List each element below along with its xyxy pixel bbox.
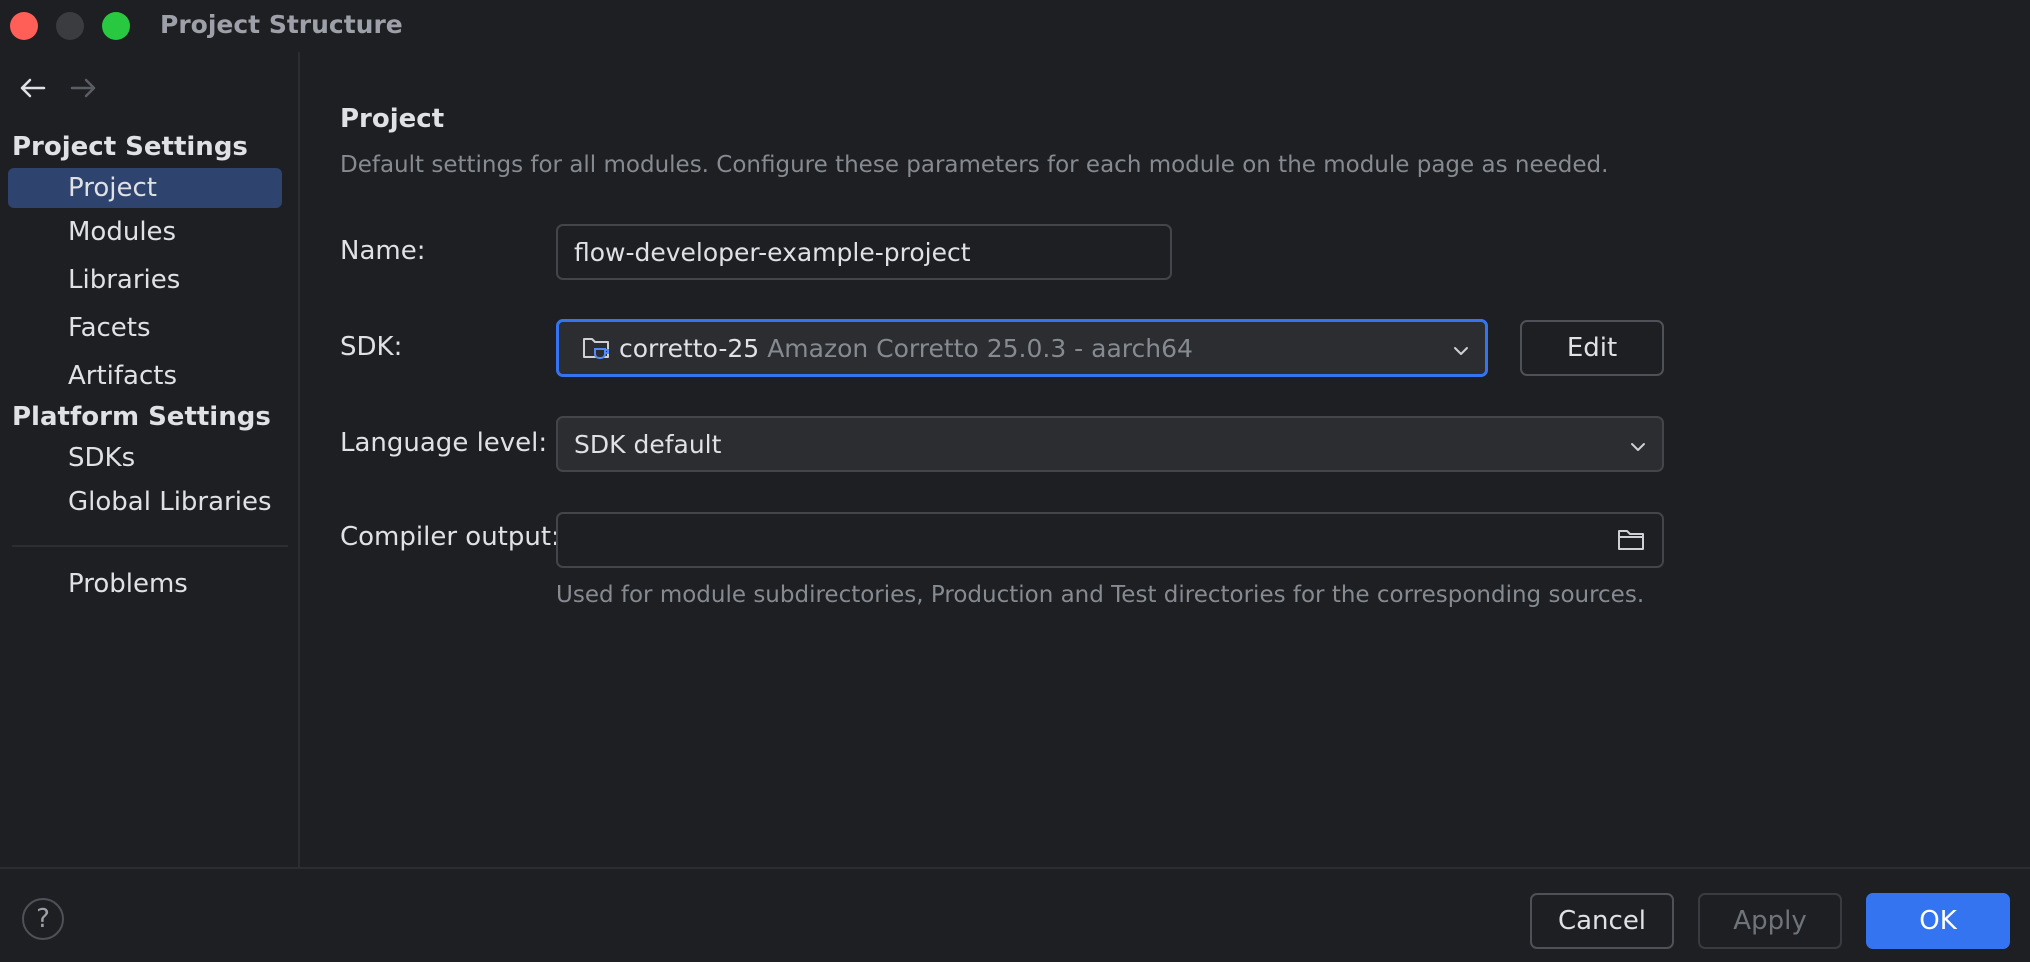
sidebar-divider [12, 545, 288, 547]
help-icon[interactable]: ? [22, 898, 64, 940]
sidebar-item-global-libraries[interactable]: Global Libraries [8, 482, 282, 522]
sdk-combobox[interactable]: corretto-25 Amazon Corretto 25.0.3 - aar… [556, 319, 1488, 377]
project-settings-header: Project Settings [12, 132, 248, 162]
sidebar-item-label: Artifacts [68, 361, 178, 391]
jdk-folder-icon [581, 333, 613, 363]
footer-divider [0, 867, 2030, 869]
platform-settings-header: Platform Settings [12, 402, 271, 432]
sidebar-item-artifacts[interactable]: Artifacts [8, 356, 282, 396]
chevron-down-icon [1451, 338, 1471, 358]
sidebar-item-label: Project [68, 173, 157, 203]
project-structure-window: Project Structure Project Settings Proje… [0, 0, 2030, 962]
sidebar-item-label: SDKs [68, 443, 136, 473]
back-arrow-icon[interactable] [14, 70, 50, 106]
sidebar-item-libraries[interactable]: Libraries [8, 260, 282, 300]
folder-icon[interactable] [1616, 526, 1646, 554]
sidebar-item-facets[interactable]: Facets [8, 308, 282, 348]
compiler-output-hint: Used for module subdirectories, Producti… [556, 582, 1645, 608]
sidebar-item-sdks[interactable]: SDKs [8, 438, 282, 478]
sdk-detail: Amazon Corretto 25.0.3 - aarch64 [767, 333, 1193, 363]
sidebar-item-modules[interactable]: Modules [8, 212, 282, 252]
forward-arrow-icon[interactable] [66, 70, 102, 106]
sidebar-item-project[interactable]: Project [8, 168, 282, 208]
window-title: Project Structure [160, 10, 403, 39]
sidebar-item-label: Problems [68, 569, 188, 599]
language-level-value: SDK default [574, 429, 722, 459]
title-bar: Project Structure [0, 0, 2030, 52]
sidebar-item-problems[interactable]: Problems [8, 564, 282, 604]
zoom-window-button[interactable] [102, 12, 130, 40]
page-title: Project [340, 104, 445, 134]
compiler-output-input[interactable] [556, 512, 1664, 568]
project-name-input[interactable] [556, 224, 1172, 280]
minimize-window-button[interactable] [56, 12, 84, 40]
sidebar-item-label: Modules [68, 217, 177, 247]
name-label: Name: [340, 236, 426, 266]
sidebar-item-label: Global Libraries [68, 487, 272, 517]
close-window-button[interactable] [10, 12, 38, 40]
edit-sdk-button[interactable]: Edit [1520, 320, 1664, 376]
sidebar: Project Settings Project Modules Librari… [0, 52, 300, 867]
sdk-label: SDK: [340, 332, 403, 362]
sdk-name: corretto-25 [619, 333, 760, 363]
language-level-label: Language level: [340, 428, 548, 458]
chevron-down-icon [1628, 434, 1648, 454]
project-settings-panel: Project Default settings for all modules… [300, 52, 2030, 867]
compiler-output-label: Compiler output: [340, 522, 560, 552]
sidebar-item-label: Facets [68, 313, 151, 343]
sidebar-item-label: Libraries [68, 265, 181, 295]
cancel-button[interactable]: Cancel [1530, 893, 1674, 949]
language-level-combobox[interactable]: SDK default [556, 416, 1664, 472]
page-description: Default settings for all modules. Config… [340, 152, 1609, 178]
apply-button[interactable]: Apply [1698, 893, 1842, 949]
ok-button[interactable]: OK [1866, 893, 2010, 949]
